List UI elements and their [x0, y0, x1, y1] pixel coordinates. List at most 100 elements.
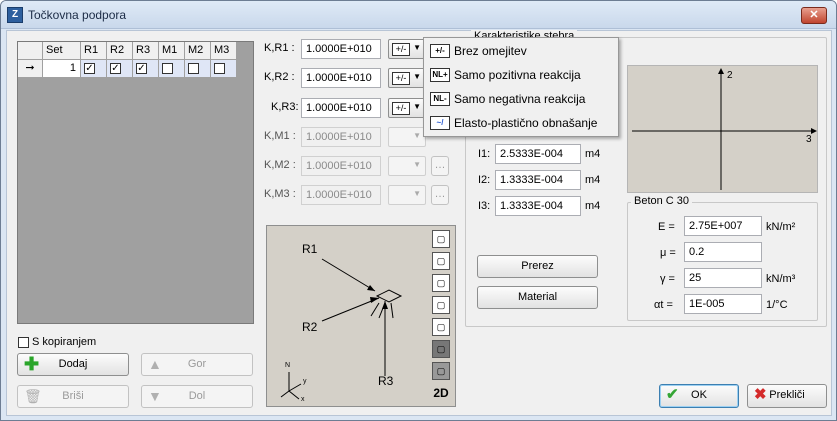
- mu-input[interactable]: 0.2: [684, 242, 762, 262]
- copy-checkbox[interactable]: [18, 337, 29, 348]
- i3-input[interactable]: 1.3333E-004: [495, 196, 581, 216]
- grid-header-m3: M3: [211, 42, 237, 60]
- chevron-down-icon: ▼: [413, 189, 421, 198]
- m2-checkbox-cell[interactable]: [185, 60, 211, 78]
- add-button-label: Dodaj: [58, 358, 88, 370]
- cube-solid-view-icon[interactable]: ▢: [432, 340, 450, 358]
- axis-2-label: 2: [727, 70, 733, 81]
- no-limit-icon: +/-: [392, 72, 410, 85]
- gamma-input[interactable]: 25: [684, 268, 762, 288]
- i3-label: I3:: [478, 200, 491, 212]
- axis-y-label: y: [303, 378, 307, 385]
- e-input[interactable]: 2.75E+007: [684, 216, 762, 236]
- m1-checkbox[interactable]: [162, 63, 173, 74]
- down-button[interactable]: ▼ Dol: [141, 385, 253, 408]
- cube-front-view-icon[interactable]: ▢: [432, 230, 450, 248]
- title-bar[interactable]: Z Točkovna podpora ✕: [1, 1, 836, 29]
- cube-shaded-view-icon[interactable]: ▢: [432, 362, 450, 380]
- add-button[interactable]: ✚ Dodaj: [17, 353, 129, 376]
- r3-checkbox[interactable]: ✓: [136, 63, 147, 74]
- m2-checkbox[interactable]: [188, 63, 199, 74]
- close-button[interactable]: ✕: [801, 7, 827, 24]
- no-limit-icon: +/-: [392, 102, 410, 115]
- cube-side-view-icon[interactable]: ▢: [432, 274, 450, 292]
- up-button[interactable]: ▲ Gor: [141, 353, 253, 376]
- window-title: Točkovna podpora: [28, 8, 127, 22]
- menu-item-positive-only[interactable]: NL+ Samo pozitivna reakcija: [426, 64, 616, 87]
- km3-ellipsis-button[interactable]: …: [431, 185, 449, 205]
- arrow-down-icon: ▼: [148, 388, 162, 404]
- m1-checkbox-cell[interactable]: [159, 60, 185, 78]
- r3-reaction-label: R3: [378, 374, 394, 388]
- ok-button-label: OK: [691, 389, 707, 401]
- r2-checkbox[interactable]: ✓: [110, 63, 121, 74]
- km3-label: K,M3 :: [264, 188, 296, 200]
- nl-minus-icon: NL-: [430, 92, 450, 106]
- km1-input[interactable]: 1.0000E+010: [301, 127, 381, 147]
- km3-input[interactable]: 1.0000E+010: [301, 185, 381, 205]
- support-set-grid[interactable]: Set R1 R2 R3 M1 M2 M3 ➞ 1 ✓ ✓ ✓: [17, 41, 254, 324]
- cube-back-view-icon[interactable]: ▢: [432, 318, 450, 336]
- m3-checkbox-cell[interactable]: [211, 60, 237, 78]
- grid-header-m2: M2: [185, 42, 211, 60]
- section-button[interactable]: Prerez: [477, 255, 598, 278]
- km1-type-dropdown[interactable]: ▼: [388, 127, 426, 147]
- kr1-type-dropdown[interactable]: +/- ▼: [388, 39, 426, 59]
- i1-unit: m4: [585, 148, 601, 160]
- chevron-down-icon: ▼: [413, 160, 421, 169]
- cross-icon: ✖: [754, 386, 767, 403]
- support-reactions-drawing: [280, 258, 403, 400]
- kr3-type-dropdown[interactable]: +/- ▼: [388, 98, 426, 118]
- gamma-unit: kN/m³: [766, 273, 796, 285]
- i2-label: I2:: [478, 174, 491, 186]
- kr2-label: K,R2 :: [264, 71, 295, 83]
- grid-header-r2: R2: [107, 42, 133, 60]
- i2-unit: m4: [585, 174, 601, 186]
- kr3-label: K,R3:: [271, 101, 299, 113]
- km2-label: K,M2 :: [264, 159, 296, 171]
- km2-type-dropdown[interactable]: ▼: [388, 156, 426, 176]
- trash-icon: 🗑: [24, 388, 42, 404]
- e-unit: kN/m²: [766, 221, 796, 233]
- chevron-down-icon: ▼: [413, 43, 421, 52]
- kr1-input[interactable]: 1.0000E+010: [301, 39, 381, 59]
- material-button[interactable]: Material: [477, 286, 598, 309]
- 2d-view-button[interactable]: 2D: [430, 386, 452, 400]
- m3-checkbox[interactable]: [214, 63, 225, 74]
- r3-checkbox-cell[interactable]: ✓: [133, 60, 159, 78]
- cross-section-view: 2 3: [627, 65, 818, 193]
- alpha-input[interactable]: 1E-005: [684, 294, 762, 314]
- delete-button[interactable]: 🗑 Briši: [17, 385, 129, 408]
- table-row[interactable]: ➞ 1 ✓ ✓ ✓: [18, 60, 237, 78]
- r1-checkbox[interactable]: ✓: [84, 63, 95, 74]
- i1-input[interactable]: 2.5333E-004: [495, 144, 581, 164]
- material-group-title: Beton C 30: [631, 195, 693, 207]
- cube-iso-view-icon[interactable]: ▢: [432, 296, 450, 314]
- r1-checkbox-cell[interactable]: ✓: [81, 60, 107, 78]
- kr2-input[interactable]: 1.0000E+010: [301, 68, 381, 88]
- down-button-label: Dol: [188, 390, 206, 402]
- r2-checkbox-cell[interactable]: ✓: [107, 60, 133, 78]
- support-3d-view[interactable]: R1 R2 R3 N y x ▢ ▢ ▢ ▢ ▢ ▢ ▢ 2D: [266, 225, 456, 407]
- cancel-button[interactable]: ✖ Prekliči: [747, 384, 827, 408]
- r2-reaction-label: R2: [302, 320, 318, 334]
- menu-item-label: Brez omejitev: [454, 44, 527, 58]
- r1-reaction-label: R1: [302, 242, 318, 256]
- km3-type-dropdown[interactable]: ▼: [388, 185, 426, 205]
- i2-input[interactable]: 1.3333E-004: [495, 170, 581, 190]
- cube-top-view-icon[interactable]: ▢: [432, 252, 450, 270]
- kr2-type-dropdown[interactable]: +/- ▼: [388, 68, 426, 88]
- ok-button[interactable]: ✔ OK: [659, 384, 739, 408]
- e-label: E =: [658, 221, 675, 233]
- kr3-input[interactable]: 1.0000E+010: [301, 98, 381, 118]
- menu-item-no-limit[interactable]: +/- Brez omejitev: [426, 40, 616, 63]
- grid-header-m1: M1: [159, 42, 185, 60]
- nl-plus-icon: NL+: [430, 68, 450, 82]
- gamma-label: γ =: [660, 273, 675, 285]
- km2-ellipsis-button[interactable]: …: [431, 156, 449, 176]
- menu-item-elasto-plastic[interactable]: ~/ Elasto-plastično obnašanje: [426, 112, 616, 135]
- alpha-label: αt =: [654, 299, 673, 311]
- menu-item-negative-only[interactable]: NL- Samo negativna reakcija: [426, 88, 616, 111]
- kr1-label: K,R1 :: [264, 42, 295, 54]
- km2-input[interactable]: 1.0000E+010: [301, 156, 381, 176]
